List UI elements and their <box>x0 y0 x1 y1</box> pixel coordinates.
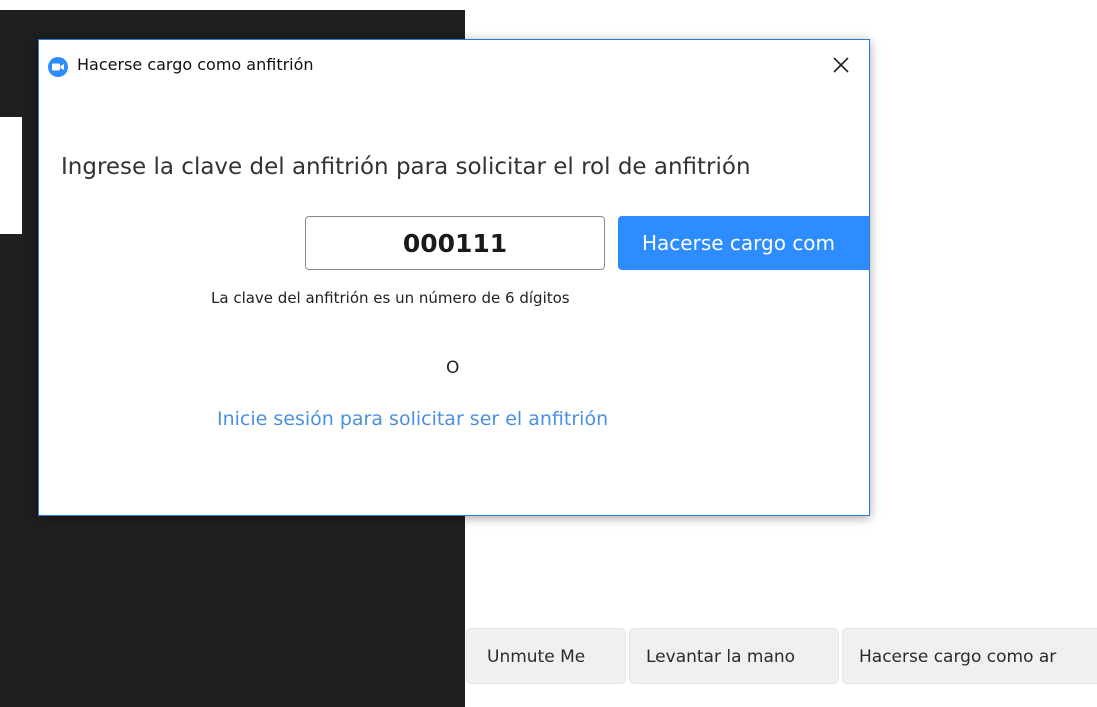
participant-actions-bar: Unmute Me Levantar la mano Hacerse cargo… <box>466 628 1097 686</box>
unmute-me-button[interactable]: Unmute Me <box>466 628 626 684</box>
host-key-hint: La clave del anfitrión es un número de 6… <box>211 289 570 307</box>
close-icon <box>831 55 851 79</box>
claim-host-button[interactable]: Hacerse cargo como ar <box>842 628 1097 684</box>
claim-host-submit-button[interactable]: Hacerse cargo com <box>618 216 869 270</box>
zoom-logo-icon <box>48 57 68 77</box>
host-key-prompt: Ingrese la clave del anfitrión para soli… <box>61 154 751 180</box>
close-button[interactable] <box>813 40 869 94</box>
video-thumbnail <box>0 117 22 234</box>
dialog-title: Hacerse cargo como anfitrión <box>77 55 314 74</box>
signin-link[interactable]: Inicie sesión para solicitar ser el anfi… <box>217 408 608 430</box>
raise-hand-button[interactable]: Levantar la mano <box>629 628 839 684</box>
or-separator: O <box>446 358 460 378</box>
host-key-input[interactable] <box>305 216 605 270</box>
claim-host-dialog: Hacerse cargo como anfitrión Ingrese la … <box>38 39 870 516</box>
screen: Unmute Me Levantar la mano Hacerse cargo… <box>0 0 1097 707</box>
dialog-titlebar: Hacerse cargo como anfitrión <box>39 40 869 96</box>
